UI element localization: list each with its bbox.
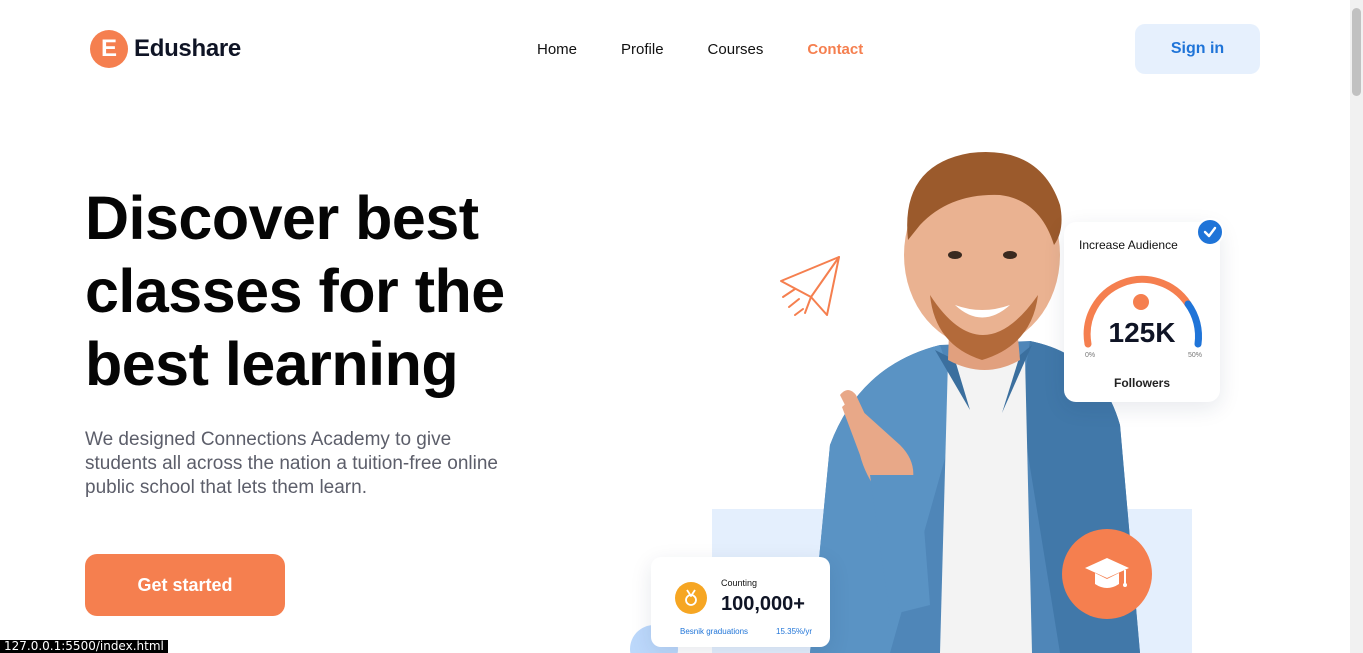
- counting-card: Counting 100,000+ Besnik graduations 15.…: [651, 557, 830, 647]
- check-icon: [1196, 218, 1224, 246]
- gauge-min-label: 0%: [1085, 352, 1096, 359]
- get-started-button[interactable]: Get started: [85, 554, 285, 616]
- brand-name: Edushare: [134, 35, 241, 62]
- graduations-label: Besnik graduations: [680, 627, 749, 636]
- medal-icon: [675, 582, 707, 614]
- hero-title: Discover best classes for the best learn…: [85, 184, 505, 398]
- audience-card: Increase Audience 125K 0% 50% Followers: [1064, 222, 1220, 402]
- sign-in-button[interactable]: Sign in: [1135, 24, 1260, 74]
- followers-label: Followers: [1113, 376, 1170, 390]
- scrollbar-thumb[interactable]: [1352, 8, 1361, 96]
- status-bar-url: 127.0.0.1:5500/index.html: [0, 640, 168, 653]
- nav-contact[interactable]: Contact: [807, 40, 863, 60]
- logo-mark-icon: E: [90, 30, 128, 68]
- counting-value: 100,000+: [721, 593, 805, 615]
- graduation-cap-icon: [1062, 529, 1152, 619]
- nav-courses[interactable]: Courses: [708, 40, 764, 60]
- growth-rate: 15.35%/yr: [776, 627, 813, 636]
- main-nav: Home Profile Courses Contact: [537, 40, 907, 60]
- audience-card-title: Increase Audience: [1079, 238, 1178, 252]
- nav-profile[interactable]: Profile: [621, 40, 664, 60]
- hero-description: We designed Connections Academy to give …: [85, 429, 498, 498]
- gauge-max-label: 50%: [1188, 352, 1203, 359]
- brand-logo[interactable]: E Edushare: [90, 30, 241, 68]
- audience-value: 125K: [1108, 317, 1176, 348]
- counting-label: Counting: [721, 578, 758, 588]
- page-scrollbar[interactable]: [1350, 0, 1363, 653]
- nav-home[interactable]: Home: [537, 40, 577, 60]
